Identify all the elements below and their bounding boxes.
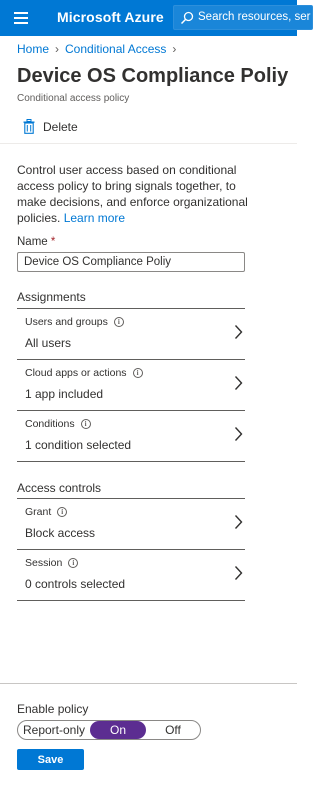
- enable-policy-label: Enable policy: [17, 702, 89, 716]
- learn-more-link[interactable]: Learn more: [64, 211, 125, 225]
- info-icon[interactable]: i: [57, 507, 68, 518]
- save-button[interactable]: Save: [17, 749, 84, 770]
- delete-label: Delete: [43, 120, 78, 134]
- page-title: Device OS Compliance Poliy: [17, 65, 289, 87]
- toggle-off[interactable]: Off: [146, 721, 200, 739]
- top-bar: Microsoft Azure Search resources, ser: [0, 0, 313, 36]
- toggle-report-only[interactable]: Report-only: [18, 721, 90, 739]
- row-value: 1 app included: [25, 387, 104, 401]
- chevron-right-icon: [234, 325, 243, 339]
- row-value: 0 controls selected: [25, 577, 126, 591]
- required-mark: *: [50, 236, 56, 248]
- row-title: Conditions: [25, 418, 75, 430]
- chevron-right-icon: ›: [55, 42, 60, 56]
- search-box[interactable]: Search resources, ser: [173, 5, 313, 30]
- session-row[interactable]: Session i 0 controls selected: [17, 550, 245, 600]
- search-icon: [180, 11, 194, 25]
- row-value: 1 condition selected: [25, 438, 132, 452]
- policy-name-input[interactable]: [17, 252, 245, 272]
- info-icon[interactable]: i: [113, 317, 124, 328]
- users-and-groups-row[interactable]: Users and groups i All users: [17, 309, 245, 359]
- chevron-right-icon: ›: [172, 42, 177, 56]
- conditions-row[interactable]: Conditions i 1 condition selected: [17, 411, 245, 461]
- row-title: Cloud apps or actions: [25, 367, 127, 379]
- breadcrumb-home[interactable]: Home: [17, 42, 49, 56]
- portal-brand[interactable]: Microsoft Azure: [57, 9, 164, 25]
- row-title: Session: [25, 557, 63, 569]
- search-input[interactable]: Search resources, ser: [198, 11, 311, 23]
- assignments-header: Assignments: [17, 290, 86, 304]
- page-subtitle: Conditional access policy: [17, 93, 130, 104]
- footer-divider: [0, 683, 297, 684]
- cloud-apps-row[interactable]: Cloud apps or actions i 1 app included: [17, 360, 245, 410]
- toggle-on[interactable]: On: [90, 721, 146, 739]
- chevron-right-icon: [234, 376, 243, 390]
- row-value: Block access: [25, 526, 96, 540]
- description-text: Control user access based on conditional…: [17, 163, 248, 225]
- name-label: Name *: [17, 236, 56, 248]
- trash-icon: [23, 119, 35, 134]
- info-icon[interactable]: i: [68, 558, 79, 569]
- info-icon[interactable]: i: [80, 419, 91, 430]
- enable-policy-toggle: Report-only On Off: [17, 720, 201, 740]
- chevron-right-icon: [234, 427, 243, 441]
- hamburger-menu-icon[interactable]: [14, 12, 28, 24]
- policy-description: Control user access based on conditional…: [17, 162, 267, 226]
- row-title: Grant: [25, 506, 52, 518]
- command-bar-divider: [0, 143, 297, 144]
- divider: [17, 600, 245, 601]
- chevron-right-icon: [234, 515, 243, 529]
- chevron-right-icon: [234, 566, 243, 580]
- row-title: Users and groups: [25, 316, 108, 328]
- grant-row[interactable]: Grant i Block access: [17, 499, 245, 549]
- row-value: All users: [25, 336, 72, 350]
- breadcrumb-conditional-access[interactable]: Conditional Access: [65, 42, 166, 56]
- access-controls-header: Access controls: [17, 481, 102, 495]
- breadcrumb: Home › Conditional Access ›: [17, 42, 182, 56]
- info-icon[interactable]: i: [132, 368, 143, 379]
- divider: [17, 461, 245, 462]
